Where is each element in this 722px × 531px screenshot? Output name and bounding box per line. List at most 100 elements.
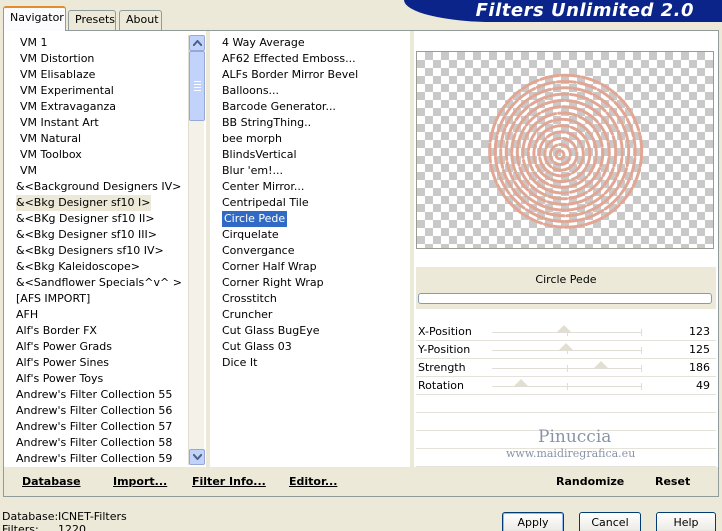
app-title: Filters Unlimited 2.0 [475,0,694,21]
category-item[interactable]: Andrew's Filter Collection 57 [14,419,184,435]
param-label: Rotation [418,379,465,392]
category-label: Andrew's Filter Collection 57 [16,420,173,433]
tab-navigator[interactable]: Navigator [3,6,66,31]
filter-item[interactable]: Balloons... [220,83,400,99]
category-item[interactable]: &<Bkg Designer sf10 III> [14,227,184,243]
category-item[interactable]: Andrew's Filter Collection 55 [14,387,184,403]
filter-item[interactable]: Crosstitch [220,291,400,307]
filter-list[interactable]: 4 Way Average AF62 Effected Emboss... ALFs… [220,35,400,371]
category-item[interactable]: VM Toolbox [14,147,184,163]
help-button[interactable]: Help [656,512,716,531]
category-item[interactable]: [AFS IMPORT] [14,291,184,307]
category-label: VM Extravaganza [20,100,117,113]
category-item[interactable]: VM Instant Art [14,115,184,131]
category-item[interactable]: &<Bkg Kaleidoscope> [14,259,184,275]
category-item[interactable]: Andrew's Filter Collection 58 [14,435,184,451]
filter-item[interactable]: AF62 Effected Emboss... [220,51,400,67]
category-item[interactable]: Alf's Power Toys [14,371,184,387]
category-item[interactable]: AFH [14,307,184,323]
filter-item[interactable]: Center Mirror... [220,179,400,195]
filter-item[interactable]: Circle Pede [220,211,400,227]
category-item[interactable]: VM Distortion [14,51,184,67]
param-value: 186 [689,361,710,374]
category-item[interactable]: VM [14,163,184,179]
filter-item[interactable]: Corner Right Wrap [220,275,400,291]
category-item[interactable]: VM Elisablaze [14,67,184,83]
category-item[interactable]: &<Sandflower Specials^v^ > [14,275,184,291]
navigator-panel: VM 1 VM Distortion VM Elisablaze VM Experim… [3,30,719,497]
category-item[interactable]: VM Experimental [14,83,184,99]
filter-label: Barcode Generator... [222,100,336,113]
slider-thumb[interactable] [594,361,608,368]
filter-item[interactable]: BB StringThing.. [220,115,400,131]
filter-item[interactable]: Cirquelate [220,227,400,243]
tab-presets[interactable]: Presets [68,10,116,30]
param-slider[interactable] [492,379,642,393]
filter-item[interactable]: Cut Glass BugEye [220,323,400,339]
filter-label: Circle Pede [222,211,288,227]
param-label: Y-Position [418,343,471,356]
param-row: Rotation 49 [416,377,716,395]
filter-item[interactable]: Barcode Generator... [220,99,400,115]
filter-item[interactable]: Dice It [220,355,400,371]
category-label: VM Natural [20,132,82,145]
scroll-down-button[interactable] [189,449,205,465]
category-label: Alf's Power Grads [16,340,112,353]
category-item[interactable]: Andrew's Filter Collection 59 [14,451,184,467]
param-slider[interactable] [492,325,642,339]
action-bar: Database Import... Filter Info... Editor… [4,467,718,496]
filter-label: Crosstitch [222,292,277,305]
filter-item[interactable]: Convergance [220,243,400,259]
filter-item[interactable]: Cut Glass 03 [220,339,400,355]
scroll-up-button[interactable] [189,35,205,51]
slider-thumb[interactable] [559,343,573,350]
circle-pede-preview-image [488,73,644,229]
category-scrollbar[interactable] [188,35,205,465]
filter-label: Convergance [222,244,295,257]
filter-item[interactable]: bee morph [220,131,400,147]
param-slider[interactable] [492,343,642,357]
category-label: Alf's Power Toys [16,372,104,385]
category-item[interactable]: &<BKg Designer sf10 II> [14,211,184,227]
filter-item[interactable]: Cruncher [220,307,400,323]
reset-button[interactable]: Reset [655,475,690,488]
filter-item[interactable]: Corner Half Wrap [220,259,400,275]
category-label: &<Bkg Designer sf10 III> [16,228,158,241]
filter-label: Cirquelate [222,228,279,241]
category-item[interactable]: VM Extravaganza [14,99,184,115]
filter-label: Dice It [222,356,258,369]
category-item[interactable]: Alf's Border FX [14,323,184,339]
category-item[interactable]: &<Background Designers IV> [14,179,184,195]
status-database-label: Database: [2,510,59,523]
category-label: VM Instant Art [20,116,99,129]
category-item[interactable]: VM 1 [14,35,184,51]
randomize-button[interactable]: Randomize [556,475,624,488]
category-item[interactable]: VM Natural [14,131,184,147]
category-item[interactable]: Andrew's Filter Collection 56 [14,403,184,419]
category-item[interactable]: &<Bkg Designers sf10 IV> [14,243,184,259]
filter-item[interactable]: Centripedal Tile [220,195,400,211]
import-button[interactable]: Import... [113,475,167,488]
filter-item[interactable]: Blur 'em!... [220,163,400,179]
slider-thumb[interactable] [557,325,571,332]
chevron-up-icon [193,40,202,46]
category-item[interactable]: Alf's Power Sines [14,355,184,371]
param-slider[interactable] [492,361,642,375]
editor-button[interactable]: Editor... [289,475,337,488]
apply-button[interactable]: Apply [502,512,564,531]
category-list[interactable]: VM 1 VM Distortion VM Elisablaze VM Experim… [14,35,184,467]
slider-thumb[interactable] [514,379,528,386]
filter-info-button[interactable]: Filter Info... [192,475,266,488]
filter-item[interactable]: 4 Way Average [220,35,400,51]
category-label: &<Bkg Designer sf10 I> [16,195,151,211]
category-item[interactable]: &<Bkg Designer sf10 I> [14,195,184,211]
filter-item[interactable]: BlindsVertical [220,147,400,163]
cancel-button[interactable]: Cancel [579,512,641,531]
scroll-thumb[interactable] [189,51,205,121]
filter-label: 4 Way Average [222,36,305,49]
filter-item[interactable]: ALFs Border Mirror Bevel [220,67,400,83]
filter-label: Blur 'em!... [222,164,283,177]
database-button[interactable]: Database [22,475,81,488]
tab-about[interactable]: About [119,10,162,30]
category-item[interactable]: Alf's Power Grads [14,339,184,355]
